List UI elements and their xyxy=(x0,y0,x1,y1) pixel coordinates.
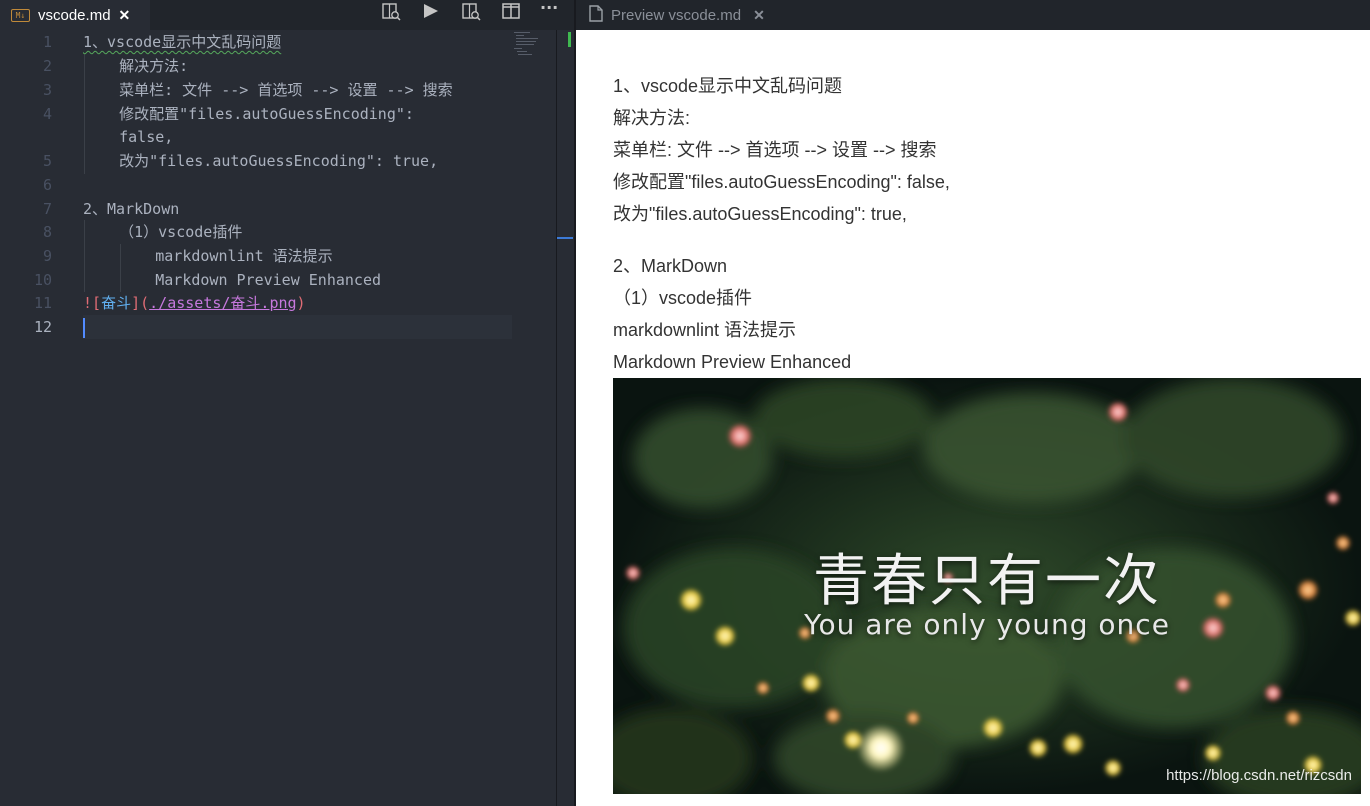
tab-vscode-md[interactable]: M↓ vscode.md ✕ xyxy=(0,0,150,30)
md-image-alt: 奋斗 xyxy=(101,294,132,312)
open-preview-icon[interactable] xyxy=(461,2,483,22)
preview-image-fendou: 青春只有一次 You are only young once https://b… xyxy=(613,378,1361,794)
line-number: 3 xyxy=(42,81,52,99)
preview-pane: Preview vscode.md ✕ 1、vscode显示中文乱码问题 解决方… xyxy=(576,0,1370,806)
preview-tab-bar: Preview vscode.md ✕ xyxy=(576,0,1370,30)
md-image-url[interactable]: ./assets/奋斗.png xyxy=(149,294,296,312)
editor-tab-bar: M↓ vscode.md ✕ ··· xyxy=(0,0,574,30)
line-number: 6 xyxy=(42,176,52,194)
line-number: 5 xyxy=(42,152,52,170)
preview-paragraph: Markdown Preview Enhanced xyxy=(613,352,852,372)
preview-paragraph: 解决方法: xyxy=(613,108,691,128)
preview-tab-title[interactable]: Preview vscode.md xyxy=(611,7,741,24)
code-editor[interactable]: 1、vscode显示中文乱码问题 解决方法: 菜单栏: 文件 --> 首选项 -… xyxy=(83,30,553,790)
split-editor-icon[interactable] xyxy=(501,2,523,22)
line-number: 8 xyxy=(42,223,52,241)
editor-pane: M↓ vscode.md ✕ ··· 1 2 3 4 5 6 7 8 9 10 … xyxy=(0,0,574,806)
scrollbar-change-marker xyxy=(568,32,571,47)
image-title-text: 青春只有一次 xyxy=(813,549,1161,614)
text-cursor xyxy=(83,318,85,338)
scrollbar-cursor-marker xyxy=(557,237,573,239)
code-line-4-wrapped: false, xyxy=(83,128,174,146)
line-number: 2 xyxy=(42,57,52,75)
md-image-mid: ]( xyxy=(131,294,150,312)
line-number: 1 xyxy=(42,33,52,51)
minimap[interactable] xyxy=(514,30,554,60)
image-subtitle-text: You are only young once xyxy=(804,608,1170,641)
preview-paragraph: 改为"files.autoGuessEncoding": true, xyxy=(613,204,907,224)
code-line-5: 改为"files.autoGuessEncoding": true, xyxy=(83,152,439,170)
line-number: 10 xyxy=(33,271,52,289)
document-icon xyxy=(589,4,603,26)
close-tab-icon[interactable]: ✕ xyxy=(119,7,131,24)
markdown-file-icon: M↓ xyxy=(11,8,30,22)
preview-paragraph: 2、MarkDown xyxy=(613,256,728,276)
code-line-10: Markdown Preview Enhanced xyxy=(83,271,382,289)
more-actions-icon[interactable]: ··· xyxy=(540,0,562,20)
preview-paragraph: 菜单栏: 文件 --> 首选项 --> 设置 --> 搜索 xyxy=(613,140,937,160)
line-number: 7 xyxy=(42,200,52,218)
vertical-scrollbar[interactable] xyxy=(556,30,557,806)
md-image-close: ) xyxy=(296,294,306,312)
preview-paragraph: （1）vscode插件 xyxy=(613,288,753,308)
close-preview-icon[interactable]: ✕ xyxy=(753,7,765,24)
line-number: 11 xyxy=(33,294,52,312)
preview-paragraph: markdownlint 语法提示 xyxy=(613,320,797,340)
code-line-3: 菜单栏: 文件 --> 首选项 --> 设置 --> 搜索 xyxy=(83,81,453,99)
code-line-2: 解决方法: xyxy=(83,57,189,75)
markdown-preview: 1、vscode显示中文乱码问题 解决方法: 菜单栏: 文件 --> 首选项 -… xyxy=(576,30,1370,806)
code-line-7: 2、MarkDown xyxy=(83,200,180,218)
code-line-11: ![奋斗](./assets/奋斗.png) xyxy=(83,291,306,315)
open-preview-side-icon[interactable] xyxy=(381,2,403,22)
watermark-text: https://blog.csdn.net/rizcsdn xyxy=(1166,767,1352,784)
code-line-1: 1、vscode显示中文乱码问题 xyxy=(83,33,282,51)
preview-paragraph: 修改配置"files.autoGuessEncoding": false, xyxy=(613,172,950,192)
code-line-4: 修改配置"files.autoGuessEncoding": xyxy=(83,105,414,123)
preview-paragraph: 1、vscode显示中文乱码问题 xyxy=(613,76,843,96)
line-number-active: 12 xyxy=(33,318,52,336)
code-line-9: markdownlint 语法提示 xyxy=(83,247,333,265)
md-image-open: ![ xyxy=(83,294,102,312)
line-number: 4 xyxy=(42,105,52,123)
line-number: 9 xyxy=(42,247,52,265)
tab-title: vscode.md xyxy=(38,6,111,24)
code-line-8: （1）vscode插件 xyxy=(83,223,243,241)
run-icon[interactable] xyxy=(421,2,443,22)
